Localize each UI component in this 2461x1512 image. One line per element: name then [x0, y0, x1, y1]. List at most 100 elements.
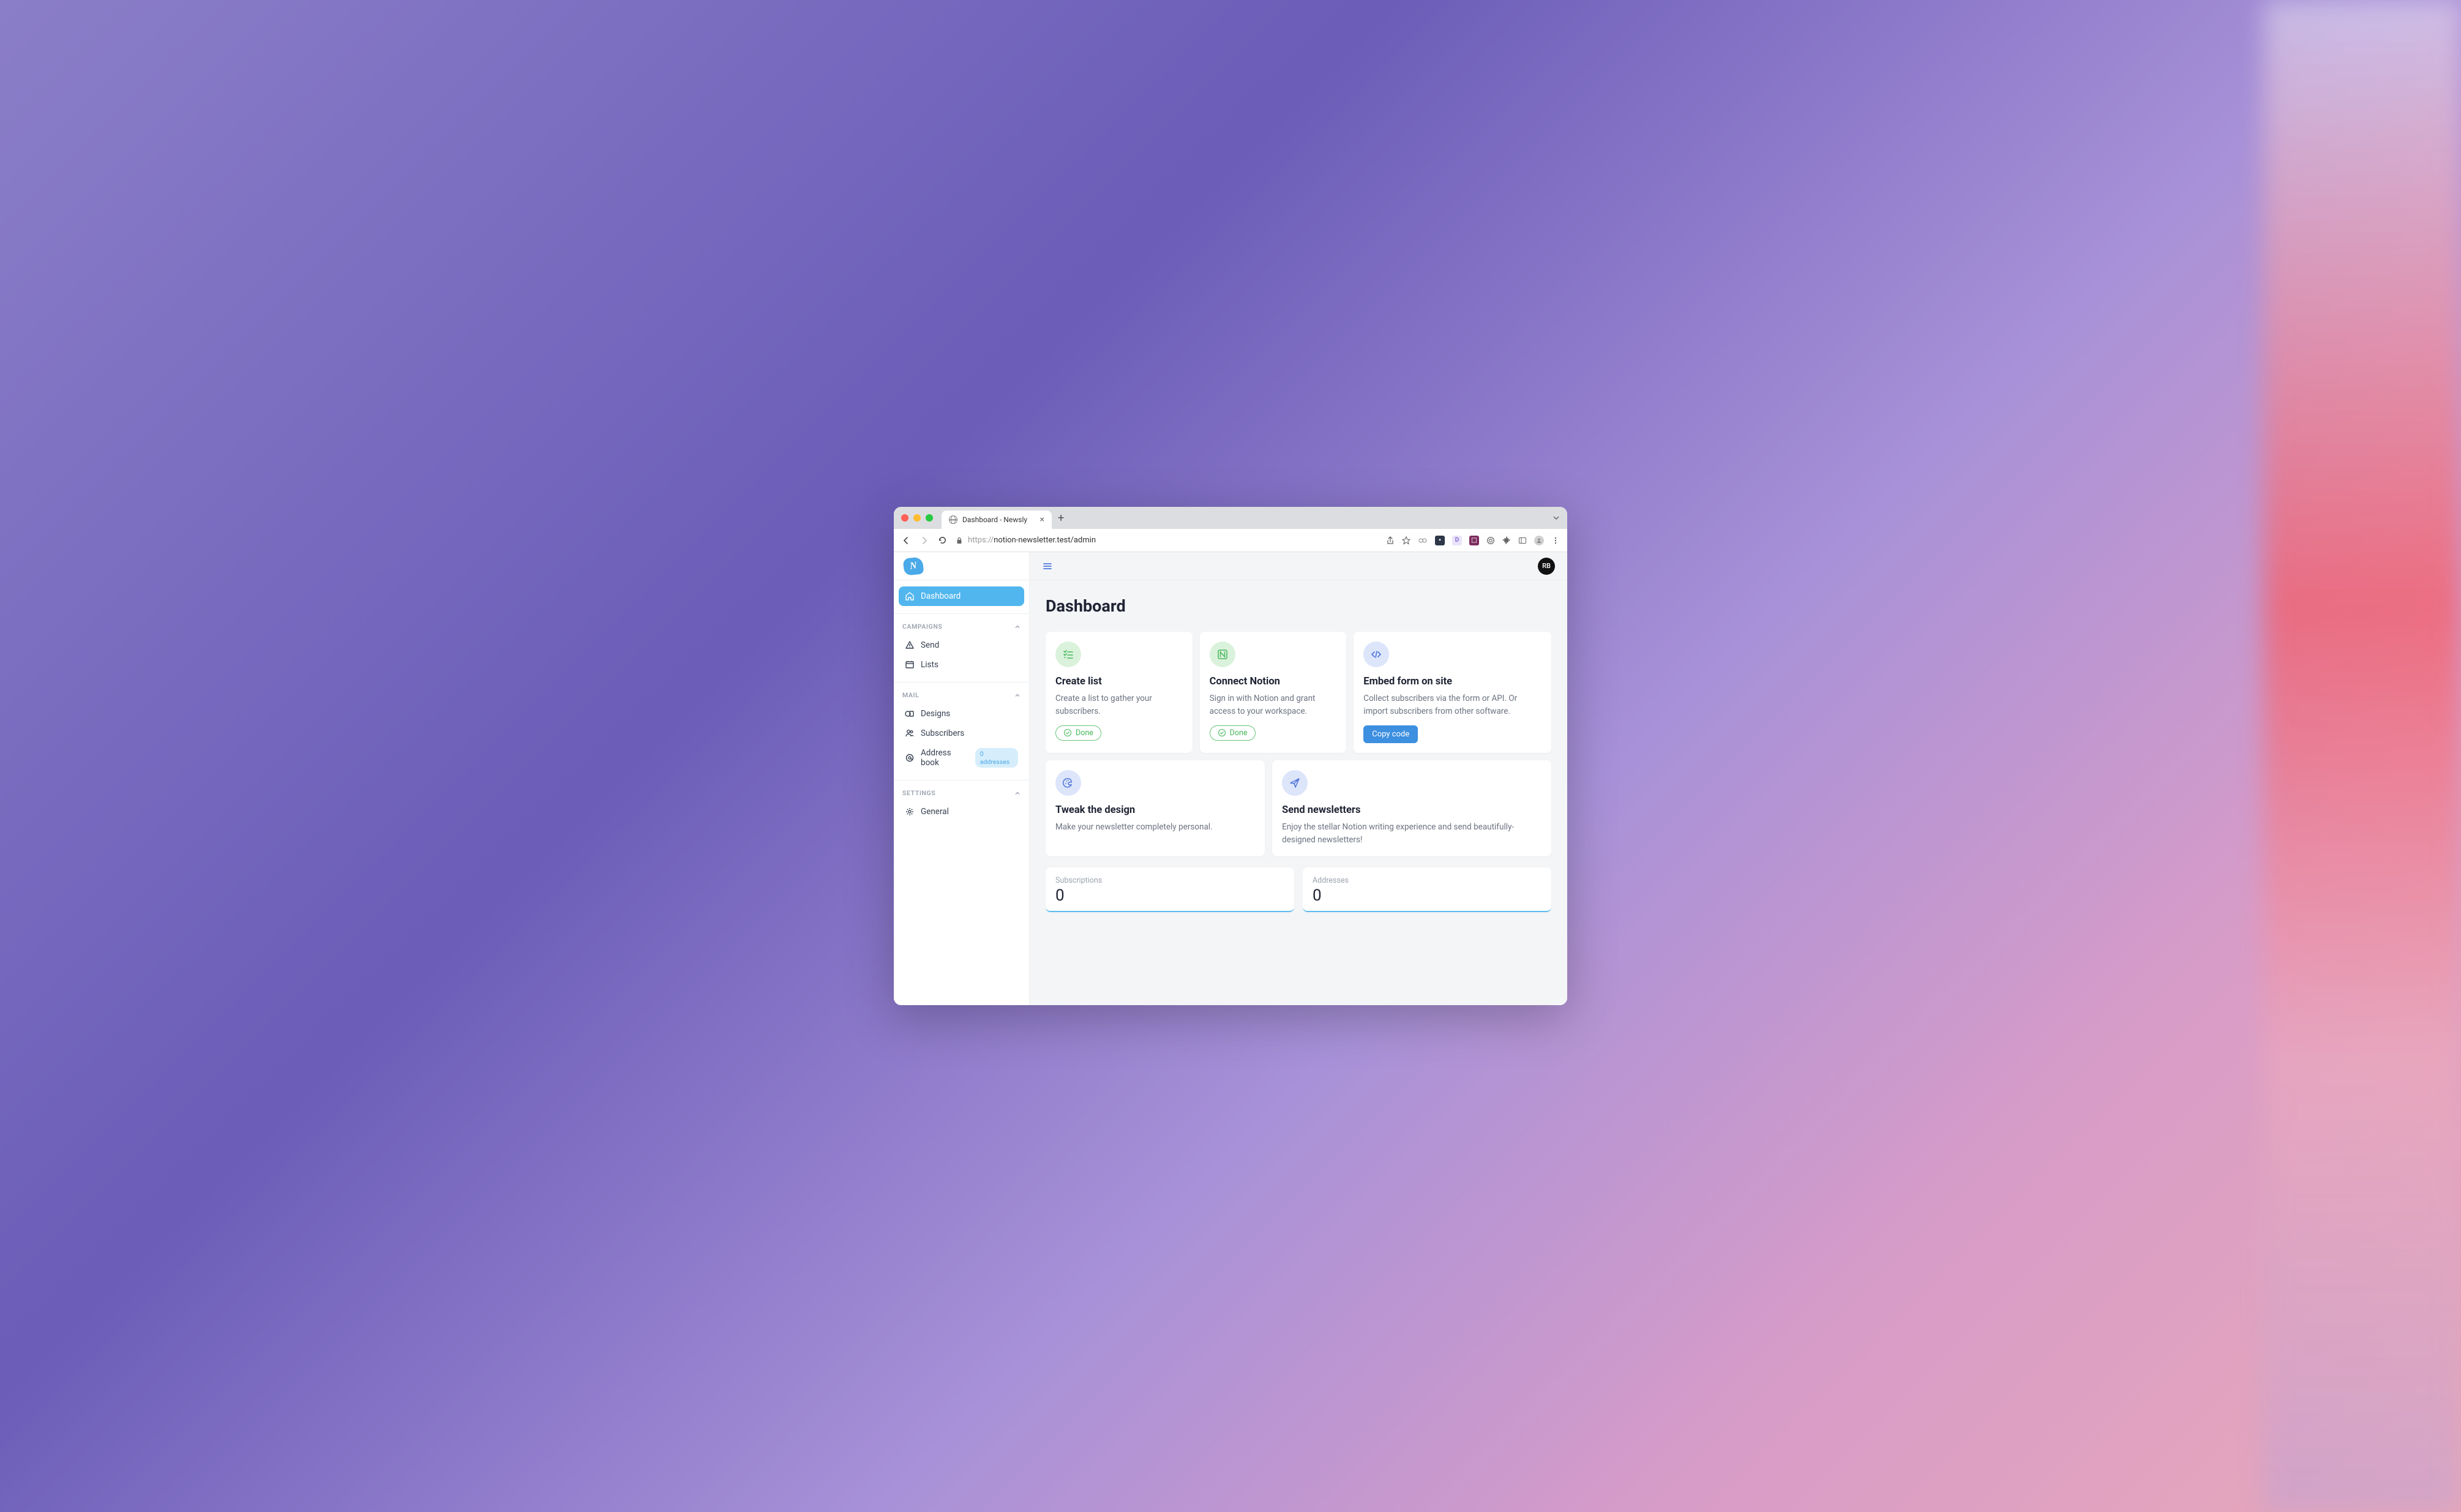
sidebar-item-label: Lists — [921, 660, 938, 670]
onboarding-cards-row-2: Tweak the design Make your newsletter co… — [1046, 760, 1551, 856]
extensions-icon[interactable] — [1502, 536, 1511, 545]
check-circle-icon — [1063, 728, 1072, 737]
card-desc: Enjoy the stellar Notion writing experie… — [1282, 821, 1541, 847]
lock-icon — [956, 537, 963, 544]
card-embed-form: Embed form on site Collect subscribers v… — [1354, 632, 1551, 753]
sidebar-item-label: Subscribers — [921, 728, 964, 738]
browser-window: Dashboard - Newsly × + https://no — [894, 507, 1567, 1005]
card-connect-notion: Connect Notion Sign in with Notion and g… — [1200, 632, 1347, 753]
ext-icon-5[interactable] — [1486, 536, 1495, 545]
ext-icon-1[interactable] — [1418, 536, 1428, 545]
url-text: https://notion-newsletter.test/admin — [968, 536, 1096, 545]
sidebar-item-send[interactable]: Send — [899, 635, 1024, 655]
back-button[interactable] — [901, 536, 911, 545]
profile-icon[interactable] — [1534, 536, 1544, 545]
sidepanel-icon[interactable] — [1518, 536, 1527, 545]
browser-tab[interactable]: Dashboard - Newsly × — [942, 511, 1052, 529]
sidebar-item-label: Designs — [921, 709, 950, 719]
done-pill: Done — [1210, 725, 1256, 741]
sidebar-item-subscribers[interactable]: Subscribers — [899, 724, 1024, 743]
minimize-window-button[interactable] — [913, 514, 921, 522]
card-title: Embed form on site — [1363, 676, 1541, 687]
card-create-list: Create list Create a list to gather your… — [1046, 632, 1193, 753]
section-header-mail[interactable]: MAIL — [894, 683, 1029, 704]
sidebar-item-label: Send — [921, 640, 939, 650]
content: Dashboard Create list Create a list to g… — [1030, 580, 1567, 928]
stat-value: 0 — [1055, 886, 1284, 905]
traffic-lights — [901, 514, 933, 522]
sidebar-item-label: General — [921, 807, 949, 817]
main: RB Dashboard Create list Create a list t… — [1030, 552, 1567, 1005]
paper-plane-icon — [1282, 770, 1308, 796]
copy-code-button[interactable]: Copy code — [1363, 725, 1418, 743]
card-desc: Collect subscribers via the form or API.… — [1363, 692, 1541, 718]
section-header-campaigns[interactable]: CAMPAIGNS — [894, 614, 1029, 635]
done-pill: Done — [1055, 725, 1101, 741]
sidebar-item-general[interactable]: General — [899, 802, 1024, 821]
stat-label: Addresses — [1313, 876, 1541, 885]
card-tweak-design: Tweak the design Make your newsletter co… — [1046, 760, 1265, 856]
new-tab-button[interactable]: + — [1058, 512, 1064, 525]
card-desc: Create a list to gather your subscribers… — [1055, 692, 1183, 718]
sidebar-item-dashboard[interactable]: Dashboard — [899, 586, 1024, 606]
card-title: Connect Notion — [1210, 676, 1337, 687]
reload-button[interactable] — [938, 536, 947, 545]
app: N Dashboard CAMPAIGNS — [894, 552, 1567, 1005]
address-bar: https://notion-newsletter.test/admin ▪ D… — [894, 529, 1567, 552]
avatar[interactable]: RB — [1538, 558, 1555, 575]
sidebar-item-label: Address book — [921, 748, 969, 768]
ext-icon-3[interactable]: D — [1452, 536, 1462, 545]
browser-chrome: Dashboard - Newsly × + https://no — [894, 507, 1567, 552]
maximize-window-button[interactable] — [926, 514, 933, 522]
share-icon[interactable] — [1386, 536, 1395, 545]
forward-button[interactable] — [920, 536, 929, 545]
url-field[interactable]: https://notion-newsletter.test/admin — [956, 536, 1377, 545]
checklist-icon — [1055, 642, 1081, 667]
tab-bar: Dashboard - Newsly × + — [894, 507, 1567, 529]
sidebar-item-designs[interactable]: Designs — [899, 704, 1024, 724]
at-icon — [905, 753, 915, 763]
close-window-button[interactable] — [901, 514, 908, 522]
stat-card-addresses: Addresses 0 — [1303, 867, 1551, 912]
card-desc: Make your newsletter completely personal… — [1055, 821, 1255, 834]
tab-title: Dashboard - Newsly — [962, 515, 1027, 524]
card-title: Send newsletters — [1282, 804, 1541, 816]
onboarding-cards-row-1: Create list Create a list to gather your… — [1046, 632, 1551, 753]
card-desc: Sign in with Notion and grant access to … — [1210, 692, 1337, 718]
gear-icon — [905, 807, 915, 817]
lists-icon — [905, 660, 915, 670]
chevron-up-icon — [1014, 790, 1021, 796]
chevron-up-icon — [1014, 624, 1021, 630]
logo-area: N — [894, 552, 1029, 580]
stat-cards: Subscriptions 0 Addresses 0 — [1046, 867, 1551, 912]
page-title: Dashboard — [1046, 596, 1551, 616]
sidebar-item-address-book[interactable]: Address book 0 addresses — [899, 743, 1024, 773]
sidebar-item-lists[interactable]: Lists — [899, 655, 1024, 675]
ext-icon-4[interactable]: ⬚ — [1469, 536, 1479, 545]
bookmark-icon[interactable] — [1402, 536, 1410, 545]
stat-value: 0 — [1313, 886, 1541, 905]
ext-icon-2[interactable]: ▪ — [1435, 536, 1445, 545]
section-header-settings[interactable]: SETTINGS — [894, 780, 1029, 802]
hamburger-icon[interactable] — [1042, 561, 1053, 572]
card-send-newsletters: Send newsletters Enjoy the stellar Notio… — [1272, 760, 1551, 856]
topbar: RB — [1030, 552, 1567, 580]
designs-icon — [905, 709, 915, 719]
palette-icon — [1055, 770, 1081, 796]
stat-card-subscriptions: Subscriptions 0 — [1046, 867, 1294, 912]
logo[interactable]: N — [903, 556, 924, 575]
code-icon — [1363, 642, 1389, 667]
close-tab-button[interactable]: × — [1040, 515, 1044, 525]
menu-icon[interactable] — [1551, 536, 1560, 545]
card-title: Create list — [1055, 676, 1183, 687]
send-icon — [905, 640, 915, 650]
card-title: Tweak the design — [1055, 804, 1255, 816]
subscribers-icon — [905, 728, 915, 738]
sidebar-item-label: Dashboard — [921, 591, 961, 601]
stat-label: Subscriptions — [1055, 876, 1284, 885]
address-count-badge: 0 addresses — [975, 748, 1018, 768]
chevron-up-icon — [1014, 692, 1021, 698]
tabs-dropdown-button[interactable] — [1553, 514, 1560, 522]
check-circle-icon — [1218, 728, 1226, 737]
extension-icons: ▪ D ⬚ — [1386, 536, 1560, 545]
